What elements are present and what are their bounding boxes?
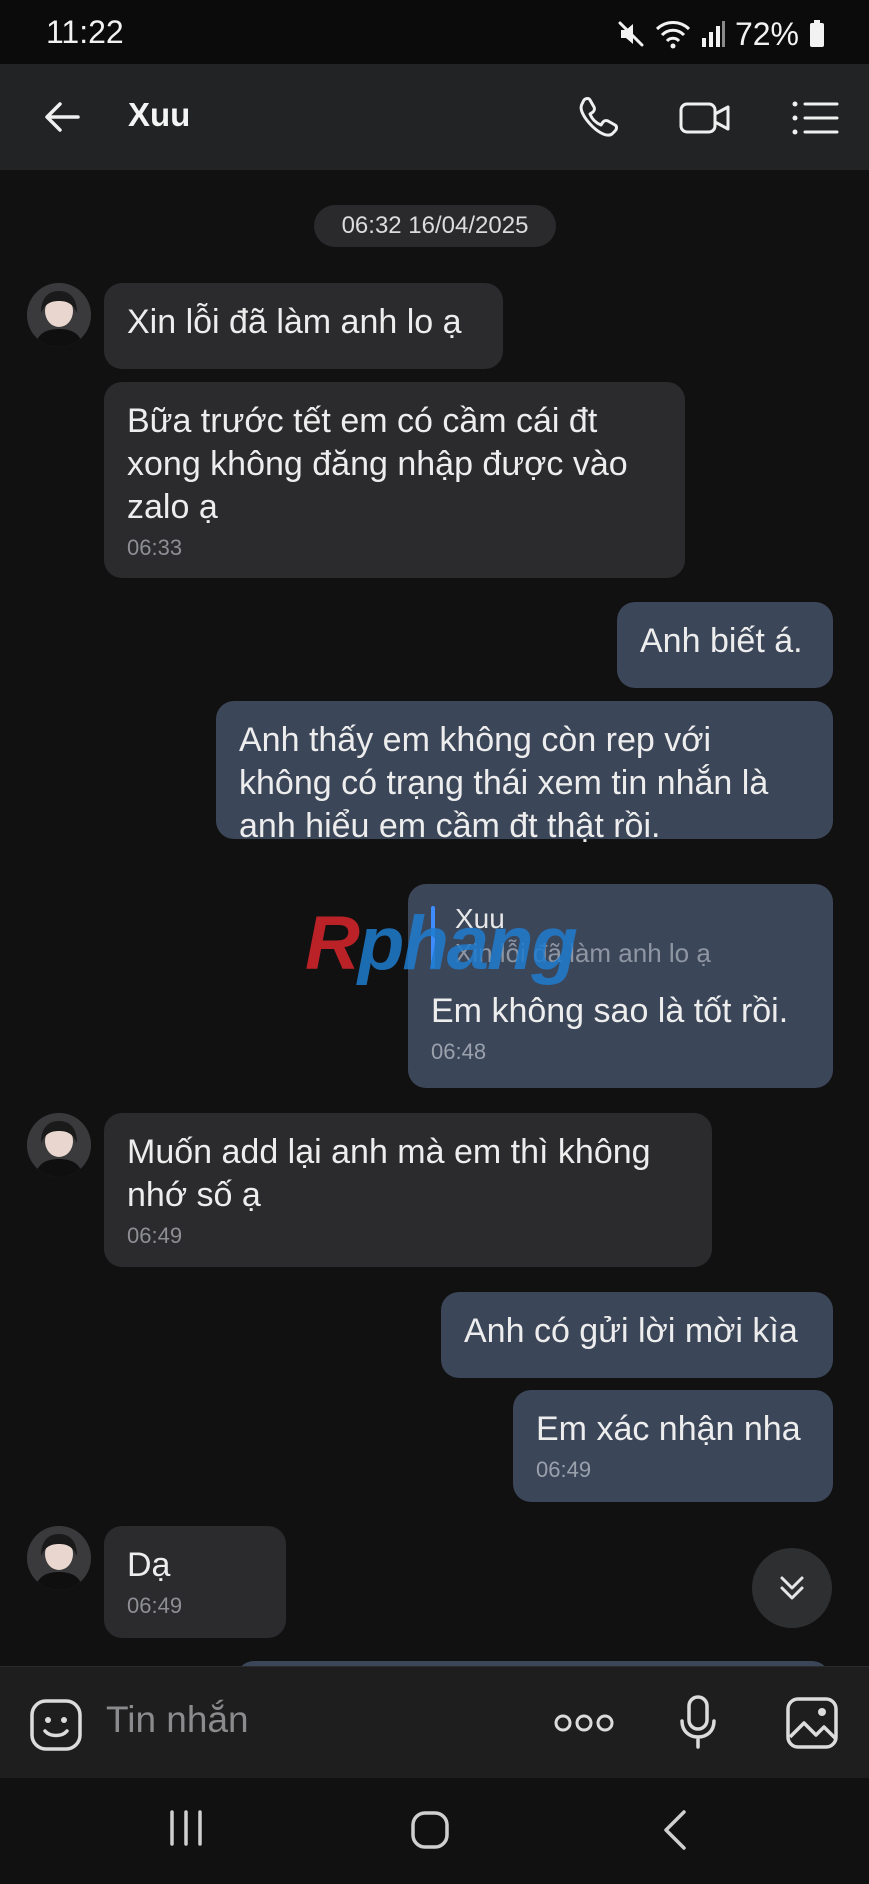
message-bubble-incoming[interactable]: Xin lỗi đã làm anh lo ạ bbox=[104, 283, 503, 369]
message-bubble-incoming[interactable]: Bữa trước tết em có cầm cái đt xong khôn… bbox=[104, 382, 685, 578]
message-input[interactable]: Tin nhắn bbox=[106, 1699, 249, 1741]
message-input-bar: Tin nhắn bbox=[0, 1666, 869, 1778]
quote-text: Xin lỗi đã làm anh lo ạ bbox=[455, 938, 711, 968]
scroll-to-bottom-button[interactable] bbox=[752, 1548, 832, 1628]
battery-percent: 72% bbox=[734, 15, 799, 52]
message-time: 06:49 bbox=[536, 1457, 592, 1482]
watermark-part-1: R bbox=[305, 901, 360, 986]
message-text: Bữa trước tết em có cầm cái đt xong khôn… bbox=[127, 402, 628, 526]
message-text: Xin lỗi đã làm anh lo ạ bbox=[127, 303, 462, 341]
avatar-image bbox=[27, 1113, 91, 1177]
avatar-image bbox=[27, 283, 91, 347]
message-text: Anh có gửi lời mời kìa bbox=[464, 1312, 798, 1350]
message-time: 06:49 bbox=[127, 1593, 183, 1618]
message-text: Dạ bbox=[127, 1546, 171, 1584]
message-text: Anh thấy em không còn rep với không có t… bbox=[239, 721, 769, 845]
scroll-down-icon bbox=[780, 1576, 804, 1600]
message-text: Muốn add lại anh mà em thì không nhớ số … bbox=[127, 1133, 651, 1214]
message-bubble-outgoing-reply[interactable]: Xuu Xin lỗi đã làm anh lo ạ Em không sao… bbox=[408, 884, 833, 1088]
status-bar: 11:22 72% bbox=[0, 0, 869, 64]
message-bubble-outgoing[interactable]: Em xác nhận nha 06:49 bbox=[513, 1390, 833, 1502]
menu-list-icon[interactable] bbox=[787, 92, 843, 144]
avatar[interactable] bbox=[27, 283, 91, 347]
message-text: Em không sao là tốt rồi. bbox=[431, 992, 789, 1030]
message-bubble-incoming[interactable]: Dạ 06:49 bbox=[104, 1526, 286, 1638]
contact-name[interactable]: Xuu bbox=[128, 96, 190, 134]
battery-icon bbox=[810, 20, 824, 47]
emoji-sticker-icon[interactable] bbox=[28, 1697, 84, 1753]
avatar[interactable] bbox=[27, 1526, 91, 1590]
nav-back-icon[interactable] bbox=[656, 1808, 696, 1852]
message-time: 06:48 bbox=[431, 1039, 487, 1064]
status-time: 11:22 bbox=[46, 14, 124, 50]
back-arrow-icon[interactable] bbox=[38, 92, 88, 142]
mute-icon bbox=[618, 21, 644, 47]
signal-icon bbox=[701, 21, 725, 47]
quote-sender: Xuu bbox=[455, 903, 505, 934]
message-bubble-outgoing[interactable]: Anh có gửi lời mời kìa bbox=[441, 1292, 833, 1378]
message-time: 06:49 bbox=[127, 1223, 183, 1248]
phone-icon[interactable] bbox=[570, 92, 626, 144]
image-icon[interactable] bbox=[784, 1695, 840, 1751]
home-icon[interactable] bbox=[408, 1808, 452, 1852]
message-bubble-outgoing[interactable]: Anh biết á. bbox=[617, 602, 833, 688]
quoted-message[interactable]: Xuu Xin lỗi đã làm anh lo ạ bbox=[431, 902, 810, 970]
recent-apps-icon[interactable] bbox=[166, 1808, 206, 1848]
message-bubble-incoming[interactable]: Muốn add lại anh mà em thì không nhớ số … bbox=[104, 1113, 712, 1267]
message-text: Em xác nhận nha bbox=[536, 1410, 801, 1448]
date-divider: 06:32 16/04/2025 bbox=[314, 205, 556, 247]
chat-header: Xuu bbox=[0, 64, 869, 170]
message-text: Anh biết á. bbox=[640, 622, 803, 660]
microphone-icon[interactable] bbox=[678, 1693, 718, 1753]
avatar[interactable] bbox=[27, 1113, 91, 1177]
status-icons: 72% bbox=[617, 14, 825, 54]
video-call-icon[interactable] bbox=[677, 92, 733, 144]
system-nav-bar bbox=[0, 1778, 869, 1884]
more-dots-icon[interactable] bbox=[553, 1709, 615, 1737]
avatar-image bbox=[27, 1526, 91, 1590]
chat-messages-area[interactable]: 06:32 16/04/2025 Xin lỗi đã làm anh lo ạ… bbox=[0, 170, 869, 1666]
message-time: 06:33 bbox=[127, 535, 183, 560]
message-bubble-outgoing[interactable]: Anh thấy em không còn rep với không có t… bbox=[216, 701, 833, 845]
wifi-icon bbox=[655, 21, 690, 49]
